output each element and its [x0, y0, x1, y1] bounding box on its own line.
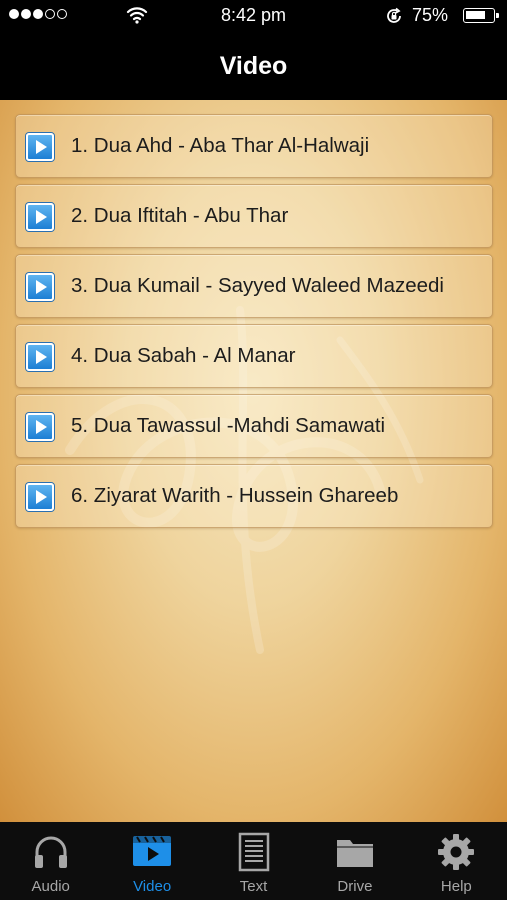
status-bar: 8:42 pm 75% — [0, 0, 507, 32]
video-clapper-icon — [131, 832, 173, 874]
folder-icon — [335, 832, 375, 874]
tab-label: Text — [239, 878, 268, 895]
list-item[interactable]: 6. Ziyarat Warith - Hussein Ghareeb — [15, 464, 493, 528]
video-title: 6. Ziyarat Warith - Hussein Ghareeb — [71, 484, 399, 507]
video-list-screen[interactable]: 1. Dua Ahd - Aba Thar Al-Halwaji 2. Dua … — [0, 100, 507, 822]
tab-label: Drive — [337, 878, 373, 895]
tab-bar: Audio Video Text Drive Help — [0, 822, 507, 900]
battery-percentage: 75% — [412, 5, 449, 25]
play-icon — [26, 133, 54, 161]
tab-help[interactable]: Help — [406, 822, 507, 900]
play-icon — [26, 483, 54, 511]
tab-drive[interactable]: Drive — [304, 822, 405, 900]
rotation-lock-icon — [384, 6, 404, 31]
list-item[interactable]: 4. Dua Sabah - Al Manar — [15, 324, 493, 388]
video-title: 4. Dua Sabah - Al Manar — [71, 344, 296, 367]
video-title: 2. Dua Iftitah - Abu Thar — [71, 204, 289, 227]
tab-label: Audio — [31, 878, 70, 895]
tab-text[interactable]: Text — [203, 822, 304, 900]
video-title: 1. Dua Ahd - Aba Thar Al-Halwaji — [71, 134, 370, 157]
play-icon — [26, 413, 54, 441]
tab-video[interactable]: Video — [101, 822, 202, 900]
video-list: 1. Dua Ahd - Aba Thar Al-Halwaji 2. Dua … — [15, 114, 493, 534]
headphones-icon — [31, 832, 71, 876]
play-icon — [26, 203, 54, 231]
document-icon — [237, 832, 271, 876]
battery-icon — [463, 8, 499, 23]
gear-icon — [436, 832, 476, 876]
page-title: Video — [219, 52, 288, 80]
tab-label: Help — [440, 878, 472, 895]
list-item[interactable]: 3. Dua Kumail - Sayyed Waleed Mazeedi — [15, 254, 493, 318]
list-item[interactable]: 2. Dua Iftitah - Abu Thar — [15, 184, 493, 248]
list-item[interactable]: 5. Dua Tawassul -Mahdi Samawati — [15, 394, 493, 458]
tab-label: Video — [133, 878, 172, 895]
tab-audio[interactable]: Audio — [0, 822, 101, 900]
play-icon — [26, 273, 54, 301]
play-icon — [26, 343, 54, 371]
list-item[interactable]: 1. Dua Ahd - Aba Thar Al-Halwaji — [15, 114, 493, 178]
video-title: 3. Dua Kumail - Sayyed Waleed Mazeedi — [71, 274, 444, 297]
navigation-bar: Video — [0, 32, 507, 100]
video-title: 5. Dua Tawassul -Mahdi Samawati — [71, 414, 386, 437]
